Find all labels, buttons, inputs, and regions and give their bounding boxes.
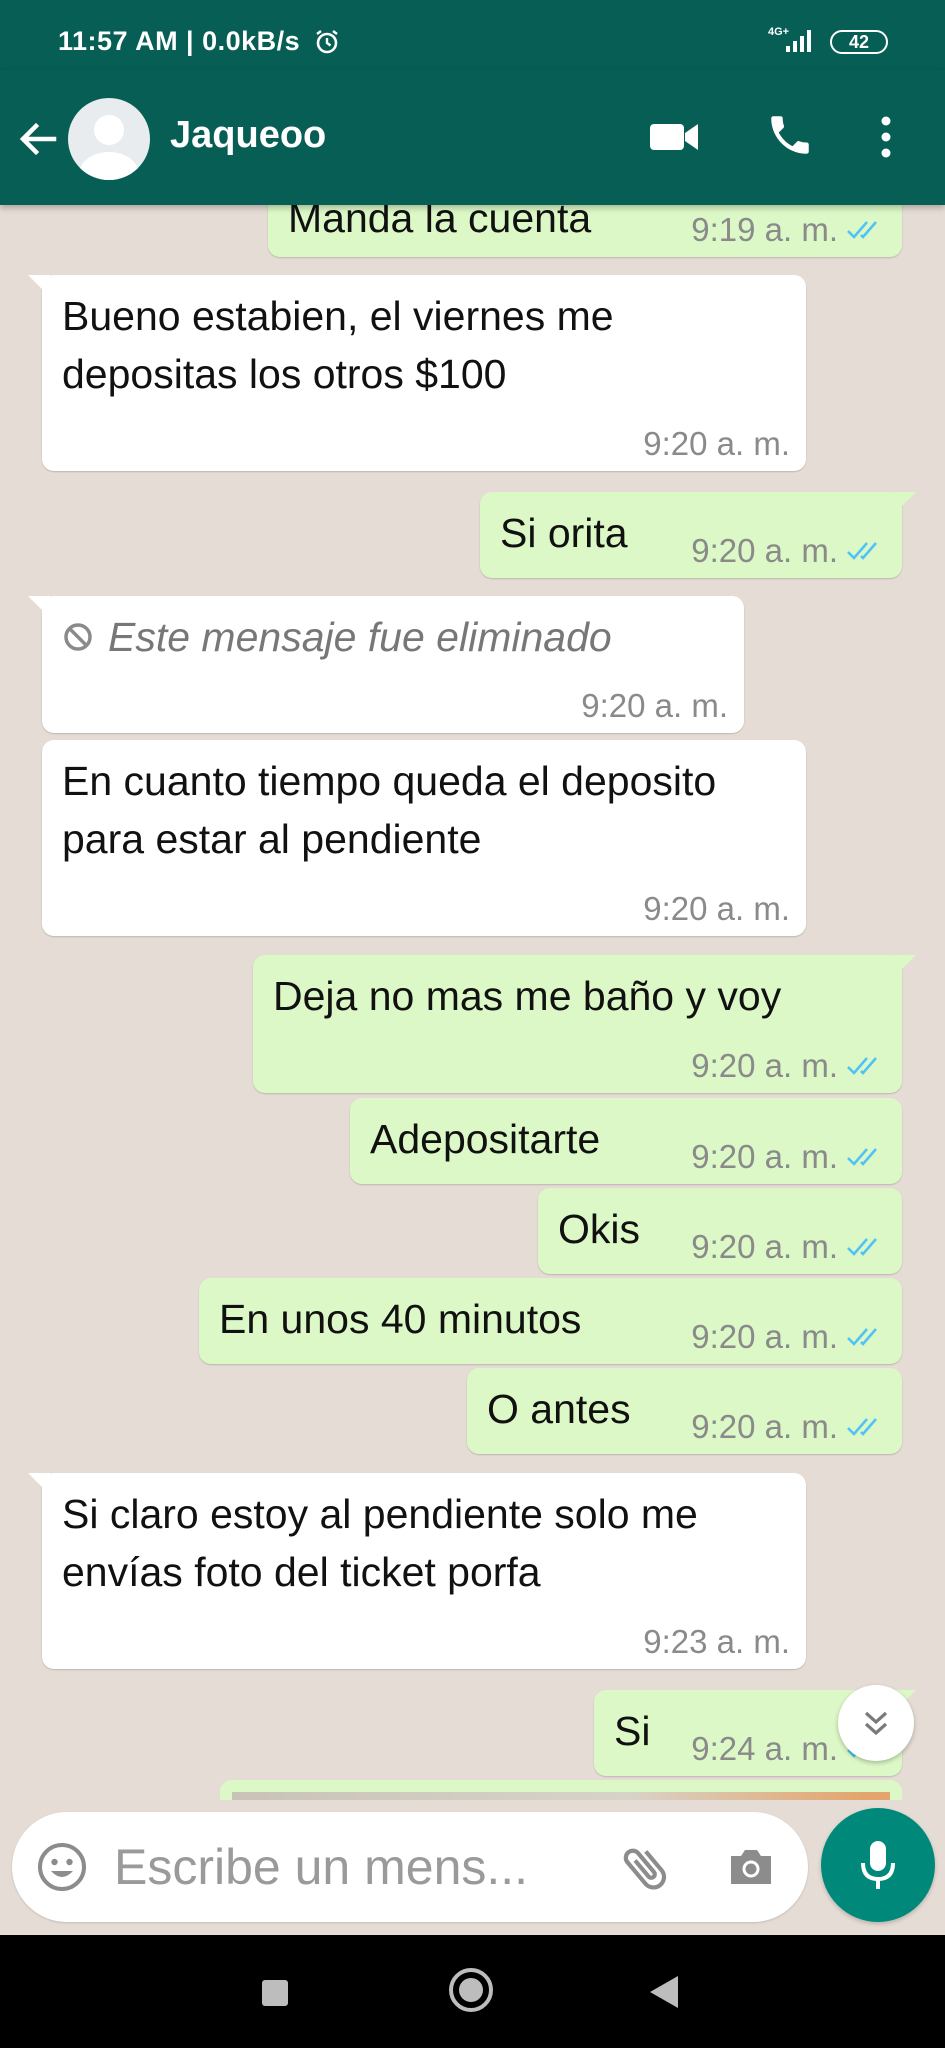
outgoing-message[interactable]: En unos 40 minutos 9:20 a. m. — [199, 1278, 902, 1364]
message-text: En cuanto tiempo queda el deposito para … — [62, 758, 717, 862]
message-time: 9:20 a. m. — [691, 1138, 838, 1175]
outgoing-message[interactable]: Deja no mas me baño y voy 9:20 a. m. — [253, 955, 916, 1093]
outgoing-message[interactable]: Okis 9:20 a. m. — [538, 1188, 902, 1274]
message-composer — [12, 1812, 808, 1922]
read-ticks-icon — [847, 1057, 877, 1075]
deleted-message[interactable]: Este mensaje fue eliminado 9:20 a. m. — [28, 596, 744, 733]
emoji-icon[interactable] — [36, 1841, 88, 1893]
message-time: 9:19 a. m. — [691, 211, 838, 248]
status-time: 11:57 AM | 0.0kB/s — [58, 26, 301, 56]
camera-icon[interactable] — [726, 1842, 776, 1892]
bubble-tail — [894, 492, 916, 514]
outgoing-message[interactable]: Si orita 9:20 a. m. — [480, 492, 916, 578]
message-time: 9:20 a. m. — [691, 1047, 838, 1084]
incoming-message[interactable]: En cuanto tiempo queda el deposito para … — [42, 740, 806, 936]
message-time: 9:20 a. m. — [643, 425, 790, 462]
message-meta: 9:20 a. m. — [643, 425, 790, 463]
system-back-button[interactable] — [650, 1976, 678, 2008]
back-arrow-icon[interactable] — [14, 115, 62, 163]
message-text: Manda la cuenta — [288, 205, 592, 241]
message-text: Deja no mas me baño y voy — [273, 973, 782, 1019]
message-meta: 9:20 a. m. — [691, 1047, 886, 1085]
chat-messages[interactable]: Manda la cuenta 9:19 a. m. Bueno estabie… — [0, 205, 945, 1800]
outgoing-message[interactable]: Adepositarte 9:20 a. m. — [350, 1098, 902, 1184]
message-meta: 9:20 a. m. — [691, 1228, 886, 1266]
mic-icon — [861, 1841, 895, 1889]
message-meta: 9:20 a. m. — [691, 1408, 886, 1446]
mic-button[interactable] — [821, 1808, 935, 1922]
avatar[interactable] — [68, 98, 150, 180]
message-time: 9:20 a. m. — [691, 1318, 838, 1355]
read-ticks-icon — [847, 542, 877, 560]
read-ticks-icon — [847, 1238, 877, 1256]
message-text: Okis — [558, 1206, 640, 1252]
message-text: Si claro estoy al pendiente solo me enví… — [62, 1491, 698, 1595]
network-type: 4G+ — [768, 26, 789, 38]
alarm-icon — [316, 30, 338, 54]
message-text: Este mensaje fue eliminado — [108, 614, 612, 660]
outgoing-message[interactable]: O antes 9:20 a. m. — [467, 1368, 902, 1454]
message-meta: 9:20 a. m. — [581, 687, 728, 725]
message-text: En unos 40 minutos — [219, 1296, 582, 1342]
home-button[interactable] — [449, 1968, 493, 2012]
more-options-icon[interactable] — [878, 112, 894, 162]
battery-indicator: 42 — [830, 30, 888, 54]
signal-icon: 4G+ — [766, 24, 824, 59]
message-meta: 9:20 a. m. — [691, 1138, 886, 1176]
contact-name[interactable]: Jaqueoo — [170, 114, 326, 157]
message-text: Si — [614, 1708, 651, 1754]
incoming-message[interactable]: Si claro estoy al pendiente solo me enví… — [28, 1473, 806, 1669]
outgoing-message[interactable]: Manda la cuenta 9:19 a. m. — [268, 205, 902, 257]
scroll-to-bottom-button[interactable] — [838, 1685, 914, 1761]
message-text: Adepositarte — [370, 1116, 601, 1162]
message-meta: 9:20 a. m. — [643, 890, 790, 928]
message-time: 9:20 a. m. — [691, 1408, 838, 1445]
message-meta: 9:23 a. m. — [643, 1623, 790, 1661]
message-meta: 9:19 a. m. — [691, 211, 886, 249]
attach-icon[interactable] — [618, 1840, 674, 1896]
deleted-message-text: Este mensaje fue eliminado — [62, 608, 612, 666]
bubble-tail — [28, 1473, 50, 1495]
blocked-icon — [64, 623, 92, 651]
chat-header: Jaqueoo — [0, 70, 945, 205]
message-text: Si orita — [500, 510, 628, 556]
read-ticks-icon — [847, 221, 877, 239]
message-text: O antes — [487, 1386, 631, 1432]
message-time: 9:20 a. m. — [643, 890, 790, 927]
message-time: 9:23 a. m. — [643, 1623, 790, 1660]
message-input[interactable] — [114, 1834, 584, 1900]
read-ticks-icon — [847, 1148, 877, 1166]
message-meta: 9:20 a. m. — [691, 532, 886, 570]
message-time: 9:20 a. m. — [691, 532, 838, 569]
message-time: 9:20 a. m. — [691, 1228, 838, 1265]
message-text: Bueno estabien, el viernes me depositas … — [62, 293, 614, 397]
double-chevron-down-icon — [864, 1711, 888, 1736]
message-meta: 9:20 a. m. — [691, 1318, 886, 1356]
image-thumbnail — [232, 1792, 890, 1800]
bubble-tail — [28, 596, 50, 618]
read-ticks-icon — [847, 1418, 877, 1436]
voice-call-icon[interactable] — [765, 110, 815, 160]
bubble-tail — [28, 275, 50, 297]
image-message[interactable] — [220, 1780, 902, 1800]
status-bar: 11:57 AM | 0.0kB/s 4G+ 42 — [0, 0, 945, 70]
bubble-tail — [894, 955, 916, 977]
system-navigation-bar — [0, 1935, 945, 2048]
video-call-icon[interactable] — [648, 115, 702, 159]
message-time: 9:20 a. m. — [581, 687, 728, 724]
incoming-message[interactable]: Bueno estabien, el viernes me depositas … — [28, 275, 806, 471]
message-time: 9:24 a. m. — [691, 1730, 838, 1767]
default-avatar-icon — [79, 115, 139, 180]
read-ticks-icon — [847, 1328, 877, 1346]
recent-apps-button[interactable] — [262, 1980, 288, 2006]
